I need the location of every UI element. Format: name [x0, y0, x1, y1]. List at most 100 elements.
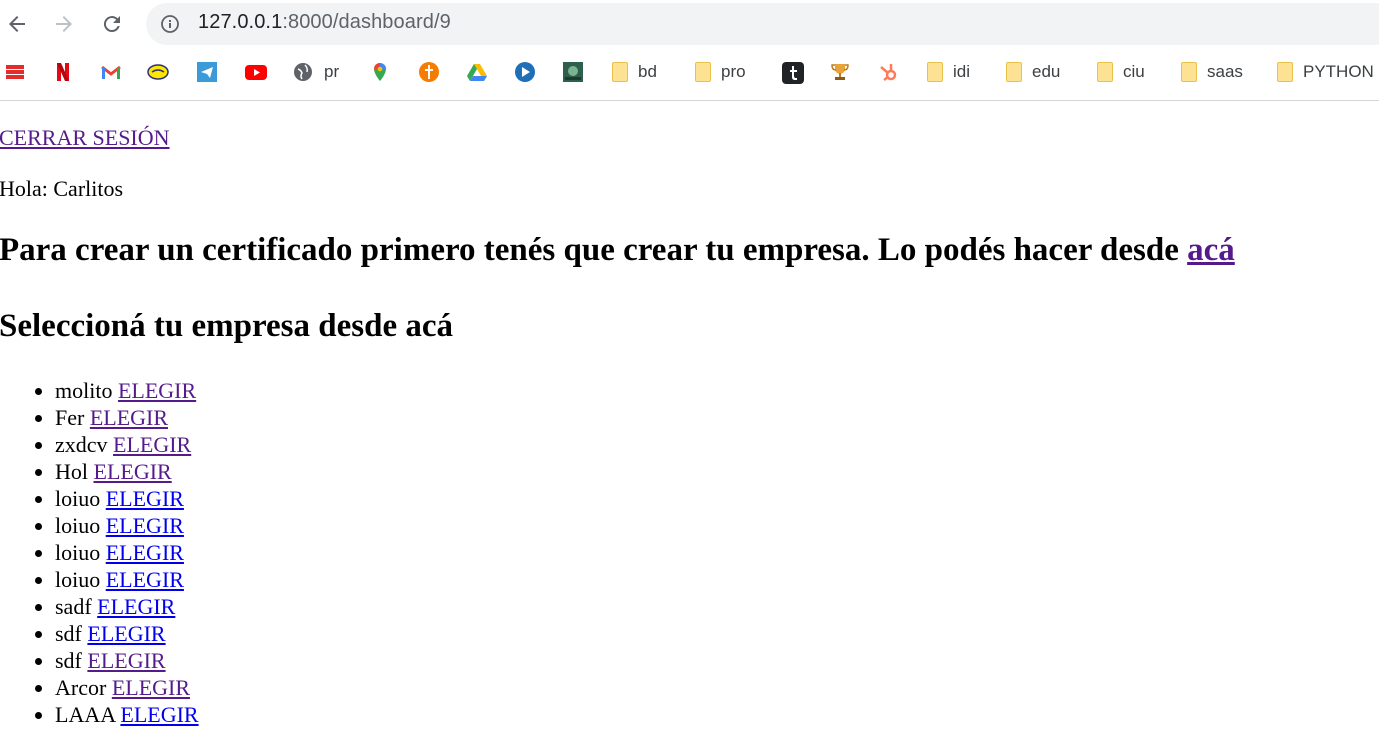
bookmark-label: bd: [638, 62, 657, 81]
company-name: Hol: [55, 459, 88, 484]
cross-icon: [418, 61, 440, 83]
bookmark-item[interactable]: [877, 60, 899, 84]
bookmark-label: ciu: [1123, 62, 1145, 81]
back-icon[interactable]: [2, 9, 32, 39]
bookmark-item[interactable]: bd: [612, 60, 657, 84]
url-text: 127.0.0.1:8000/dashboard/9: [198, 11, 451, 34]
bookmark-label: pr: [324, 62, 340, 81]
youtube-icon: [244, 61, 267, 83]
bookmark-item[interactable]: ciu: [1097, 60, 1145, 84]
choose-company-link[interactable]: ELEGIR: [87, 648, 165, 673]
bookmark-label: pro: [721, 62, 746, 81]
bookmark-item[interactable]: [829, 60, 851, 84]
hubspot-icon: [877, 61, 899, 83]
company-list-item: zxdcv ELEGIR: [55, 431, 199, 458]
bookmark-item[interactable]: [4, 60, 26, 84]
bookmark-item[interactable]: [418, 60, 440, 84]
bookmark-item[interactable]: [147, 60, 169, 84]
choose-company-link[interactable]: ELEGIR: [90, 405, 168, 430]
company-list-item: sadf ELEGIR: [55, 593, 199, 620]
bookmark-item[interactable]: pro: [695, 60, 746, 84]
logout-link[interactable]: CERRAR SESIÓN: [0, 125, 170, 151]
drive-icon: [466, 61, 488, 83]
company-list-item: loiuo ELEGIR: [55, 512, 199, 539]
bookmark-label: PYTHON: [1303, 62, 1374, 81]
url-path: :8000/dashboard/9: [282, 11, 451, 33]
bookmarks-bar: pr bd pro idi edu ciu saas PYTHON: [0, 52, 1379, 92]
folder-icon: [695, 62, 711, 82]
company-list-item: loiuo ELEGIR: [55, 566, 199, 593]
bookmark-item[interactable]: [52, 60, 74, 84]
company-name: LAAA: [55, 702, 115, 727]
company-name: sdf: [55, 621, 82, 646]
bookmark-item[interactable]: [781, 60, 804, 84]
bookmark-item[interactable]: [196, 60, 218, 84]
choose-company-link[interactable]: ELEGIR: [87, 621, 165, 646]
company-list-item: loiuo ELEGIR: [55, 539, 199, 566]
company-list-item: sdf ELEGIR: [55, 647, 199, 674]
bookmark-item[interactable]: idi: [927, 60, 970, 84]
company-name: Fer: [55, 405, 85, 430]
reload-icon[interactable]: [97, 9, 127, 39]
bookmark-item[interactable]: edu: [1006, 60, 1060, 84]
company-name: sadf: [55, 594, 92, 619]
bookmark-item[interactable]: [244, 60, 267, 84]
telegram-icon: [196, 61, 218, 83]
folder-icon: [1006, 62, 1022, 82]
choose-company-link[interactable]: ELEGIR: [113, 432, 191, 457]
bookmark-item[interactable]: saas: [1181, 60, 1243, 84]
choose-company-link[interactable]: ELEGIR: [106, 567, 184, 592]
company-name: zxdcv: [55, 432, 108, 457]
company-list-item: loiuo ELEGIR: [55, 485, 199, 512]
bookmark-item[interactable]: [514, 60, 536, 84]
browser-chrome: 127.0.0.1:8000/dashboard/9 pr bd pro idi edu…: [0, 0, 1379, 101]
company-name: loiuo: [55, 540, 101, 565]
create-company-link[interactable]: acá: [1187, 232, 1235, 268]
folder-icon: [612, 62, 628, 82]
choose-company-link[interactable]: ELEGIR: [94, 459, 172, 484]
company-list-item: LAAA ELEGIR: [55, 701, 199, 728]
company-name: loiuo: [55, 486, 101, 511]
folder-icon: [1097, 62, 1113, 82]
company-list: molito ELEGIRFer ELEGIRzxdcv ELEGIRHol E…: [0, 377, 199, 728]
choose-company-link[interactable]: ELEGIR: [106, 513, 184, 538]
choose-company-link[interactable]: ELEGIR: [120, 702, 198, 727]
choose-company-link[interactable]: ELEGIR: [112, 675, 190, 700]
image-icon: [562, 61, 584, 83]
choose-company-link[interactable]: ELEGIR: [97, 594, 175, 619]
tumblr-icon: [781, 61, 804, 84]
gmail-icon: [100, 61, 122, 83]
maps-icon: [369, 61, 391, 83]
choose-company-link[interactable]: ELEGIR: [118, 378, 196, 403]
select-company-heading: Seleccioná tu empresa desde acá: [0, 308, 453, 344]
bookmark-label: idi: [953, 62, 971, 81]
company-name: loiuo: [55, 567, 101, 592]
company-name: sdf: [55, 648, 82, 673]
address-bar[interactable]: 127.0.0.1:8000/dashboard/9: [146, 3, 1379, 45]
bookmark-item[interactable]: [562, 60, 584, 84]
bookmark-item[interactable]: [100, 60, 122, 84]
company-list-item: Hol ELEGIR: [55, 458, 199, 485]
bookmark-item[interactable]: [369, 60, 391, 84]
choose-company-link[interactable]: ELEGIR: [106, 540, 184, 565]
espn-icon: [4, 61, 26, 83]
bookmark-label: saas: [1207, 62, 1243, 81]
forward-icon[interactable]: [49, 9, 79, 39]
bookmark-item[interactable]: pr: [292, 60, 339, 84]
trophy-icon: [829, 61, 851, 83]
netflix-icon: [52, 61, 74, 83]
folder-icon: [1277, 62, 1293, 82]
company-name: Arcor: [55, 675, 107, 700]
greeting-text: Hola: Carlitos: [0, 176, 124, 201]
mercadolibre-icon: [147, 61, 169, 83]
url-host: 127.0.0.1: [198, 11, 283, 33]
company-list-item: molito ELEGIR: [55, 377, 199, 404]
choose-company-link[interactable]: ELEGIR: [106, 486, 184, 511]
company-name: molito: [55, 378, 113, 403]
company-list-item: Fer ELEGIR: [55, 404, 199, 431]
info-icon[interactable]: [160, 14, 180, 34]
play-icon: [514, 61, 536, 83]
bookmark-item[interactable]: [466, 60, 488, 84]
bookmark-item[interactable]: PYTHON: [1277, 60, 1374, 84]
company-list-item: sdf ELEGIR: [55, 620, 199, 647]
